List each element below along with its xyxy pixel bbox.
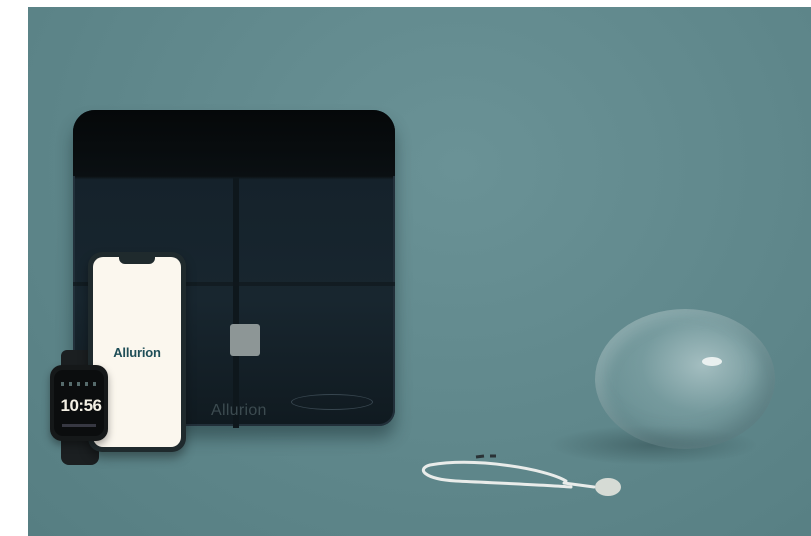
left-border bbox=[0, 0, 28, 536]
smartwatch: 10:56 bbox=[50, 365, 108, 441]
gastric-balloon bbox=[595, 309, 775, 449]
app-logo: Allurion bbox=[113, 345, 161, 360]
scale-sensor-pad bbox=[230, 324, 260, 356]
watch-complications bbox=[61, 382, 99, 386]
product-scene: Allurion Allurion 10:56 bbox=[28, 7, 811, 536]
scale-top-glass bbox=[73, 110, 395, 176]
top-border bbox=[0, 0, 811, 7]
balloon-highlight bbox=[702, 357, 722, 366]
scale-brand-label: Allurion bbox=[211, 402, 267, 419]
phone-notch bbox=[119, 257, 155, 264]
scale-divider bbox=[233, 178, 239, 428]
watch-screen: 10:56 bbox=[54, 370, 104, 436]
watch-time: 10:56 bbox=[60, 396, 102, 415]
scale-reflection bbox=[291, 394, 373, 410]
catheter-tube bbox=[422, 454, 621, 496]
watch-footer bbox=[62, 424, 96, 427]
